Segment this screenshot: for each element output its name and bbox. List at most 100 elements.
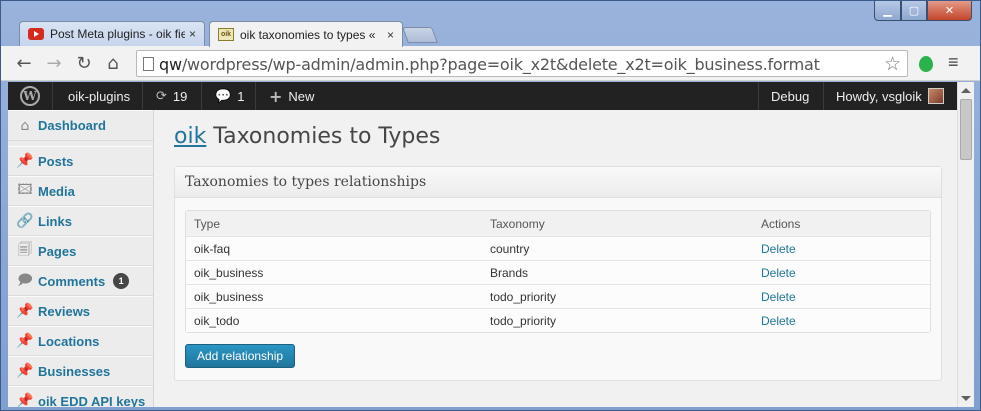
address-bar[interactable]: qw/wordpress/wp-admin/admin.php?page=oik…: [136, 50, 908, 77]
delete-link[interactable]: Delete: [761, 266, 796, 280]
wordpress-logo-icon: W: [20, 86, 40, 106]
sidebar-item-label: Pages: [38, 243, 77, 259]
divider: [142, 82, 143, 110]
sidebar-item-label: Posts: [38, 153, 74, 169]
updates-link[interactable]: ⟳ 19: [156, 82, 187, 110]
url-host: qw: [159, 55, 182, 74]
page-viewport: W oik-plugins ⟳ 19 💬 1 + New Debug Howdy…: [8, 82, 974, 407]
table-header-row: Type Taxonomy Actions: [186, 211, 930, 236]
sidebar-item-links[interactable]: 🔗 Links: [8, 206, 153, 236]
delete-link[interactable]: Delete: [761, 290, 796, 304]
actions-cell: Delete: [753, 314, 796, 328]
url-text: qw/wordpress/wp-admin/admin.php?page=oik…: [159, 55, 820, 74]
oik-favicon-icon: oik: [218, 28, 234, 41]
bookmark-star-icon[interactable]: ☆: [884, 53, 901, 76]
pages-icon: 🗐: [18, 242, 32, 258]
page-icon: [143, 57, 154, 71]
divider: [201, 82, 202, 110]
tab-title: oik taxonomies to types «: [240, 27, 376, 42]
sidebar-item-oik-edd-api-keys[interactable]: 📌 oik EDD API keys: [8, 386, 153, 407]
delete-link[interactable]: Delete: [761, 242, 796, 256]
back-arrow-icon[interactable]: ←: [13, 52, 35, 74]
forward-arrow-icon[interactable]: →: [43, 52, 65, 74]
sidebar-item-reviews[interactable]: 📌 Reviews: [8, 296, 153, 326]
new-label: New: [288, 88, 315, 104]
maximize-button[interactable]: ▢: [901, 1, 927, 21]
media-icon: 🖾: [17, 182, 33, 198]
scrollbar-thumb[interactable]: [960, 99, 972, 160]
taxonomy-cell: Brands: [490, 265, 529, 280]
close-window-button[interactable]: ✕: [927, 1, 972, 21]
comments-link[interactable]: 💬 1: [215, 82, 244, 110]
add-relationship-button[interactable]: Add relationship: [185, 344, 296, 368]
updates-count: 19: [172, 88, 188, 104]
new-content-menu[interactable]: + New: [269, 82, 314, 110]
page-title: oik Taxonomies to Types: [174, 124, 440, 149]
delete-link[interactable]: Delete: [761, 314, 796, 328]
type-cell: oik_business: [194, 265, 264, 280]
sidebar-item-dashboard[interactable]: ⌂ Dashboard: [8, 110, 153, 141]
tab-close-icon[interactable]: ×: [387, 28, 394, 42]
comments-badge: 1: [113, 273, 130, 289]
actions-cell: Delete: [753, 290, 796, 304]
account-menu[interactable]: Howdy, vsgloik: [836, 82, 944, 110]
comment-icon: 🗩: [17, 272, 33, 288]
tab-close-icon[interactable]: ×: [189, 27, 196, 41]
avatar: [927, 88, 944, 104]
divider: [52, 82, 53, 110]
main-content: oik Taxonomies to Types Taxonomies to ty…: [174, 110, 942, 407]
minimize-button[interactable]: ▁: [874, 1, 901, 21]
browser-menu-icon[interactable]: ≡: [948, 52, 959, 73]
divider: [823, 82, 824, 110]
sidebar-item-label: oik EDD API keys: [38, 393, 146, 408]
sidebar-item-label: Reviews: [38, 303, 91, 319]
sidebar-item-posts[interactable]: 📌 Posts: [8, 146, 153, 176]
scroll-down-arrow-icon[interactable]: [961, 396, 971, 401]
tab-title: Post Meta plugins - oik fie: [50, 27, 185, 41]
pin-icon: 📌: [16, 333, 34, 349]
table-row: oik_todo todo_priority Delete: [186, 308, 930, 332]
sidebar-item-comments[interactable]: 🗩 Comments 1: [8, 266, 153, 296]
site-name-link[interactable]: oik-plugins: [68, 82, 130, 110]
type-cell: oik-faq: [194, 241, 231, 256]
column-header-type: Type: [194, 216, 221, 231]
comments-count: 1: [237, 88, 245, 104]
tab-oik-taxonomies[interactable]: oik oik taxonomies to types « ×: [209, 21, 403, 47]
link-icon: 🔗: [16, 213, 34, 229]
sidebar-item-media[interactable]: 🖾 Media: [8, 176, 153, 206]
pin-icon: 📌: [16, 303, 34, 319]
wp-logo-menu[interactable]: W: [20, 82, 40, 110]
sidebar-item-locations[interactable]: 📌 Locations: [8, 326, 153, 356]
sidebar-item-businesses[interactable]: 📌 Businesses: [8, 356, 153, 386]
new-tab-button[interactable]: [402, 27, 438, 43]
sidebar-item-label: Links: [38, 213, 72, 229]
column-header-taxonomy: Taxonomy: [490, 216, 545, 231]
pin-icon: 📌: [16, 153, 34, 169]
actions-cell: Delete: [753, 242, 796, 256]
relationships-table: Type Taxonomy Actions oik-faq country De…: [185, 210, 931, 333]
reload-icon[interactable]: ↻: [73, 52, 95, 74]
sidebar-item-pages[interactable]: 🗐 Pages: [8, 236, 153, 266]
sidebar-item-label: Media: [38, 183, 75, 199]
comment-bubble-icon: 💬: [215, 88, 232, 104]
table-row: oik_business todo_priority Delete: [186, 284, 930, 308]
updates-icon: ⟳: [156, 88, 167, 104]
table-row: oik-faq country Delete: [186, 236, 930, 260]
debug-link[interactable]: Debug: [771, 82, 809, 110]
tab-post-meta-plugins[interactable]: Post Meta plugins - oik fie ×: [19, 21, 205, 46]
vertical-scrollbar[interactable]: [957, 82, 974, 407]
sidebar-item-label: Dashboard: [38, 118, 106, 133]
home-icon: ⌂: [20, 117, 30, 134]
type-cell: oik_todo: [194, 313, 240, 328]
home-icon[interactable]: ⌂: [102, 52, 124, 74]
howdy-text: Howdy, vsgloik: [836, 88, 922, 104]
extension-icon[interactable]: [919, 56, 933, 72]
sidebar-item-label: Businesses: [38, 363, 111, 379]
box-title: Taxonomies to types relationships: [175, 167, 941, 198]
taxonomy-cell: country: [490, 241, 530, 256]
actions-cell: Delete: [753, 266, 796, 280]
scroll-up-arrow-icon[interactable]: [961, 88, 971, 93]
admin-sidebar: ⌂ Dashboard 📌 Posts 🖾 Media 🔗 Links 🗐 Pa…: [8, 110, 154, 407]
oik-title-link[interactable]: oik: [174, 124, 206, 149]
column-header-actions: Actions: [761, 216, 801, 231]
